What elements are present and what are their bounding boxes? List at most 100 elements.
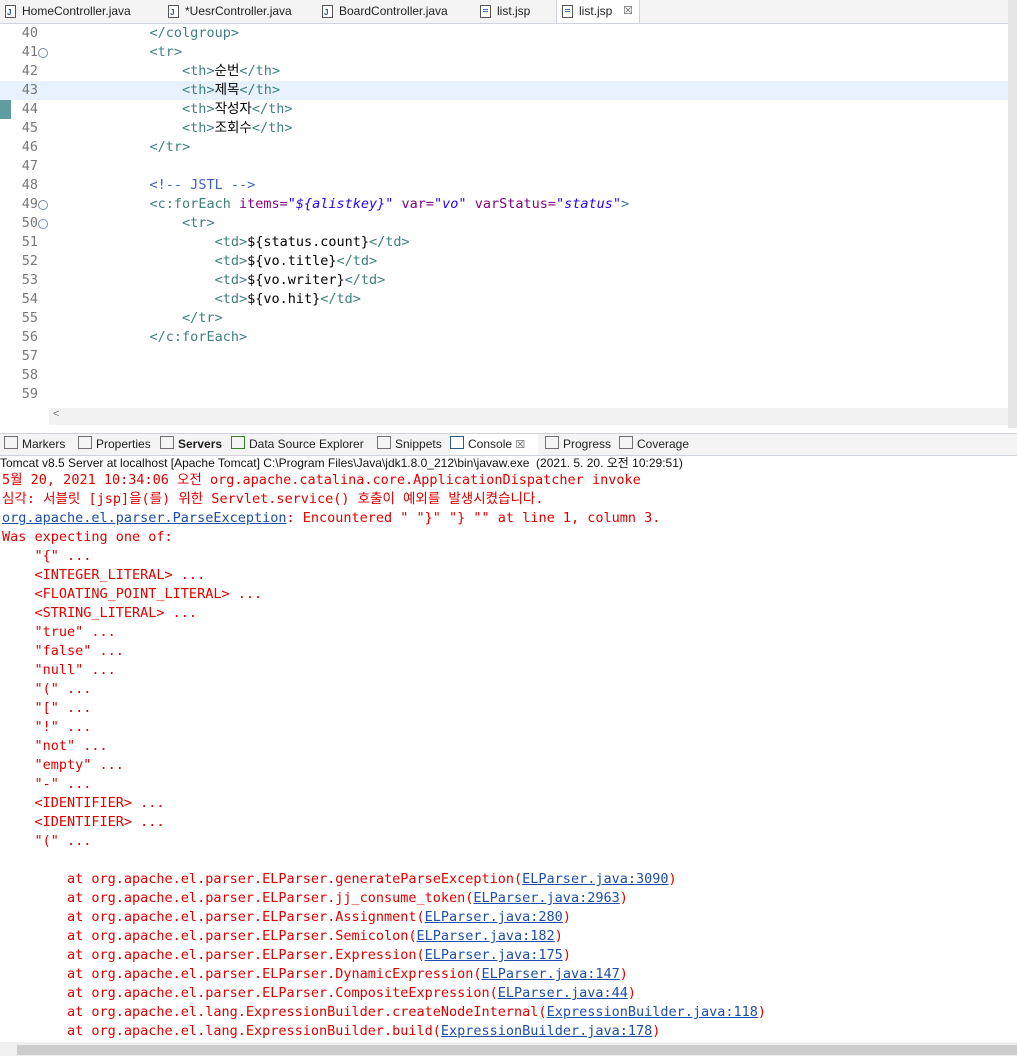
line-number: 50: [21, 215, 38, 231]
console-line: "empty" ...: [2, 757, 124, 773]
tab-home-controller[interactable]: HomeController.java: [0, 0, 150, 24]
stack-trace-link[interactable]: ELParser.java:175: [425, 947, 563, 963]
code-line[interactable]: 50 <tr>: [0, 214, 1017, 233]
console-title: Tomcat v8.5 Server at localhost [Apache …: [0, 456, 683, 470]
code-line[interactable]: 54 <td>${vo.hit}</td>: [0, 290, 1017, 309]
code-line[interactable]: 55 </tr>: [0, 309, 1017, 328]
console-line: at org.apache.el.parser.ELParser.Dynamic…: [2, 966, 628, 982]
console-line: at org.apache.el.parser.ELParser.jj_cons…: [2, 890, 628, 906]
line-number: 41: [21, 44, 38, 60]
code-line[interactable]: 44 <th>작성자</th>: [0, 100, 1017, 119]
console-line: at org.apache.el.parser.ELParser.Semicol…: [2, 928, 563, 944]
code-line[interactable]: 52 <td>${vo.title}</td>: [0, 252, 1017, 271]
console-icon: [450, 436, 464, 449]
code-text: <c:forEach items="${alistkey}" var="vo" …: [149, 196, 630, 212]
close-icon[interactable]: ☒: [515, 439, 525, 451]
code-line[interactable]: 51 <td>${status.count}</td>: [0, 233, 1017, 252]
coverage-icon: [619, 436, 633, 449]
jsp-file-icon: [562, 5, 573, 18]
console-line: org.apache.el.parser.ParseException: Enc…: [2, 510, 661, 526]
code-line[interactable]: 41 <tr>: [0, 43, 1017, 62]
code-line[interactable]: 49 <c:forEach items="${alistkey}" var="v…: [0, 195, 1017, 214]
line-number: 51: [21, 234, 38, 250]
line-number: 44: [21, 101, 38, 117]
tab-label: HomeController.java: [22, 4, 131, 18]
code-line[interactable]: 47: [0, 157, 1017, 176]
code-text: <th>순번</th>: [182, 63, 281, 79]
line-number: 55: [21, 310, 38, 326]
close-icon[interactable]: ☒: [623, 0, 633, 23]
code-line[interactable]: 42 <th>순번</th>: [0, 62, 1017, 81]
stack-trace-link[interactable]: ELParser.java:3090: [522, 871, 668, 887]
exception-link[interactable]: org.apache.el.parser.ParseException: [2, 510, 286, 526]
snippets-icon: [377, 436, 391, 449]
console-line: "not" ...: [2, 738, 108, 754]
tab-servers[interactable]: Servers: [160, 434, 222, 455]
code-line[interactable]: 48 <!-- JSTL -->: [0, 176, 1017, 195]
code-line[interactable]: 58: [0, 366, 1017, 385]
tab-list-jsp[interactable]: list.jsp: [475, 0, 555, 23]
tab-snippets[interactable]: Snippets: [377, 434, 442, 455]
code-line[interactable]: 45 <th>조회수</th>: [0, 119, 1017, 138]
code-line[interactable]: 46 </tr>: [0, 138, 1017, 157]
editor-horizontal-scrollbar[interactable]: <: [49, 408, 1017, 425]
stack-trace-link[interactable]: ELParser.java:280: [425, 909, 563, 925]
code-line[interactable]: 57: [0, 347, 1017, 366]
code-line[interactable]: 40 </colgroup>: [0, 24, 1017, 43]
console-line: "[" ...: [2, 700, 92, 716]
line-number: 56: [21, 329, 38, 345]
stack-trace-link[interactable]: ExpressionBuilder.java:118: [547, 1004, 758, 1020]
code-text: <td>${vo.writer}</td>: [214, 272, 386, 288]
line-number: 58: [21, 367, 38, 383]
tab-label: *UesrController.java: [185, 4, 292, 18]
console-output[interactable]: 5월 20, 2021 10:34:06 오전 org.apache.catal…: [0, 471, 1017, 1042]
code-text: </c:forEach>: [149, 329, 248, 345]
tab-list-jsp-active[interactable]: list.jsp ☒: [556, 0, 640, 23]
console-line: <FLOATING_POINT_LITERAL> ...: [2, 586, 263, 602]
tab-markers[interactable]: Markers: [4, 434, 65, 455]
scroll-left-arrow[interactable]: <: [53, 408, 59, 420]
console-line: at org.apache.el.parser.ELParser.Composi…: [2, 985, 636, 1001]
console-line: at org.apache.el.lang.ExpressionBuilder.…: [2, 1023, 661, 1039]
code-line[interactable]: 53 <td>${vo.writer}</td>: [0, 271, 1017, 290]
line-number: 59: [21, 386, 38, 402]
scrollbar-thumb[interactable]: [17, 1045, 1017, 1055]
code-text: <tr>: [182, 215, 215, 231]
tab-properties[interactable]: Properties: [78, 434, 151, 455]
console-line: "null" ...: [2, 662, 116, 678]
tab-data-source-explorer[interactable]: Data Source Explorer: [231, 434, 364, 455]
code-line[interactable]: 56 </c:forEach>: [0, 328, 1017, 347]
stack-trace-link[interactable]: ELParser.java:2963: [473, 890, 619, 906]
line-number: 40: [21, 25, 38, 41]
stack-trace-link[interactable]: ELParser.java:147: [482, 966, 620, 982]
console-line: "{" ...: [2, 548, 92, 564]
code-editor[interactable]: 40 </colgroup> 41 <tr> 42 <th>순번</th> 43 <t…: [0, 24, 1017, 408]
tab-board-controller[interactable]: BoardController.java: [317, 0, 467, 24]
tab-label: Console: [468, 437, 513, 451]
console-line: at org.apache.el.parser.ELParser.generat…: [2, 871, 677, 887]
tab-label: Servers: [178, 437, 223, 451]
fold-collapse-icon[interactable]: [38, 219, 48, 229]
tab-user-controller[interactable]: *UesrController.java: [163, 0, 313, 24]
console-line: "false" ...: [2, 643, 124, 659]
stack-trace-link[interactable]: ELParser.java:44: [498, 985, 628, 1001]
code-line[interactable]: 59: [0, 385, 1017, 404]
editor-vertical-scrollbar[interactable]: [1008, 0, 1017, 428]
code-text: <tr>: [149, 44, 183, 60]
code-text: <th>제목</th>: [182, 82, 281, 98]
tab-console[interactable]: Console ☒: [450, 434, 538, 455]
console-line: at org.apache.el.lang.ExpressionBuilder.…: [2, 1004, 767, 1020]
tab-label: Snippets: [395, 437, 442, 451]
tab-coverage[interactable]: Coverage: [619, 434, 689, 455]
stack-trace-link[interactable]: ExpressionBuilder.java:178: [441, 1023, 652, 1039]
console-line: <IDENTIFIER> ...: [2, 814, 165, 830]
fold-collapse-icon[interactable]: [38, 48, 48, 58]
servers-icon: [160, 436, 174, 449]
code-text: </tr>: [182, 310, 223, 326]
tab-progress[interactable]: Progress: [545, 434, 611, 455]
code-line[interactable]: 43 <th>제목</th>: [0, 81, 1017, 100]
fold-collapse-icon[interactable]: [38, 200, 48, 210]
stack-trace-link[interactable]: ELParser.java:182: [417, 928, 555, 944]
code-text: <td>${vo.title}</td>: [214, 253, 378, 269]
code-text: </tr>: [149, 139, 191, 155]
